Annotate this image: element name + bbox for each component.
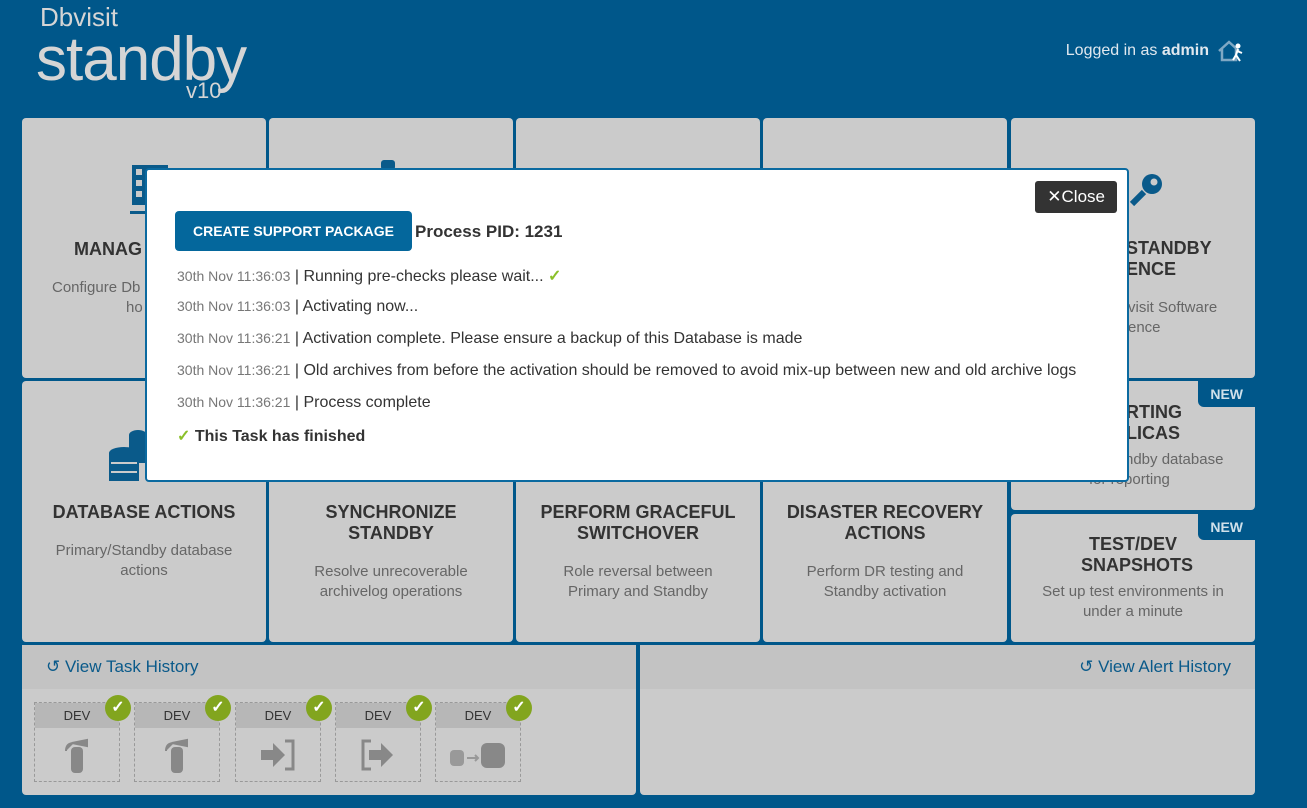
task-item[interactable]: DEV ✓	[34, 695, 131, 782]
username: admin	[1161, 42, 1209, 59]
card-desc: Role reversal between Primary and Standb…	[563, 563, 713, 600]
card-title: TEST/DEV SNAPSHOTS	[1081, 534, 1194, 575]
card-title: SYNCHRONIZE STANDBY	[325, 502, 457, 543]
sign-in-icon	[261, 739, 295, 770]
log-line: 30th Nov 11:36:03 | Activating now...	[177, 298, 419, 315]
task-finished-message: ✓ This Task has finished	[177, 428, 366, 445]
logout-icon[interactable]	[1217, 39, 1245, 63]
success-check-icon: ✓	[306, 695, 332, 721]
task-item[interactable]: DEV ✓	[435, 695, 532, 782]
card-desc: Primary/Standby database actions	[55, 542, 233, 579]
card-title: RTING	[1126, 402, 1182, 422]
link-label: View Alert History	[1098, 657, 1231, 676]
card-title: ENCE	[1126, 259, 1177, 279]
check-icon: ✓	[177, 428, 191, 445]
card-title: LICAS	[1126, 423, 1180, 443]
success-check-icon: ✓	[105, 695, 131, 721]
fire-extinguisher-icon	[165, 738, 188, 773]
card-title: STANDBY	[1126, 238, 1212, 258]
card-desc: Set up test environments in under a minu…	[1042, 583, 1224, 620]
task-item[interactable]: DEV ✓	[335, 695, 432, 782]
database-icon	[109, 430, 147, 481]
login-prefix: Logged in as	[1065, 42, 1158, 59]
database-transfer-icon	[450, 742, 505, 768]
card-title: PERFORM GRACEFUL SWITCHOVER	[540, 502, 736, 543]
success-check-icon: ✓	[506, 695, 532, 721]
logo-version: v10	[186, 78, 222, 103]
task-history-panel: ↺ View Task History DEV ✓ DEV ✓ DEV ✓ DEV ✓ …	[22, 645, 636, 795]
login-status: Logged in as admin	[1066, 39, 1245, 63]
card-desc: Resolve unrecoverable archivelog operati…	[314, 563, 468, 600]
view-task-history-link[interactable]: ↺ View Task History	[22, 645, 636, 689]
process-pid: Process PID: 1231	[415, 222, 563, 241]
fire-extinguisher-icon	[65, 738, 88, 773]
sign-out-icon	[361, 739, 393, 770]
card-desc: Perform DR testing and Standby activatio…	[806, 563, 964, 600]
card-desc: ence	[1128, 319, 1161, 336]
success-check-icon: ✓	[205, 695, 231, 721]
close-button[interactable]: ✕Close	[1035, 181, 1117, 213]
card-test-dev-snapshots[interactable]: NEW TEST/DEV SNAPSHOTS Set up test envir…	[1011, 514, 1255, 642]
log-line: 30th Nov 11:36:21 | Activation complete.…	[177, 330, 803, 347]
create-support-package-button[interactable]: CREATE SUPPORT PACKAGE	[175, 211, 412, 251]
card-title: DISASTER RECOVERY ACTIONS	[786, 502, 984, 543]
card-title: DATABASE ACTIONS	[52, 502, 236, 522]
card-desc: ndby database	[1125, 451, 1224, 468]
close-icon: ✕	[1047, 187, 1062, 206]
task-item[interactable]: DEV ✓	[134, 695, 231, 782]
close-label: Close	[1061, 187, 1105, 206]
check-icon: ✓	[548, 268, 562, 285]
log-line: 30th Nov 11:36:03 | Running pre-checks p…	[177, 268, 562, 285]
link-label: View Task History	[64, 657, 199, 676]
success-check-icon: ✓	[406, 695, 432, 721]
task-progress-modal: ✕Close CREATE SUPPORT PACKAGE Process PI…	[145, 168, 1129, 482]
key-icon	[1129, 174, 1162, 206]
view-alert-history-link[interactable]: ↺ View Alert History	[640, 645, 1255, 689]
card-desc: visit Software	[1128, 299, 1218, 316]
log-line: 30th Nov 11:36:21 | Process complete	[177, 394, 431, 411]
alert-history-panel: ↺ View Alert History	[640, 645, 1255, 795]
task-item[interactable]: DEV ✓	[235, 695, 332, 782]
history-icon: ↺	[46, 657, 61, 676]
log-line: 30th Nov 11:36:21 | Old archives from be…	[177, 362, 1077, 379]
history-icon: ↺	[1079, 657, 1094, 676]
